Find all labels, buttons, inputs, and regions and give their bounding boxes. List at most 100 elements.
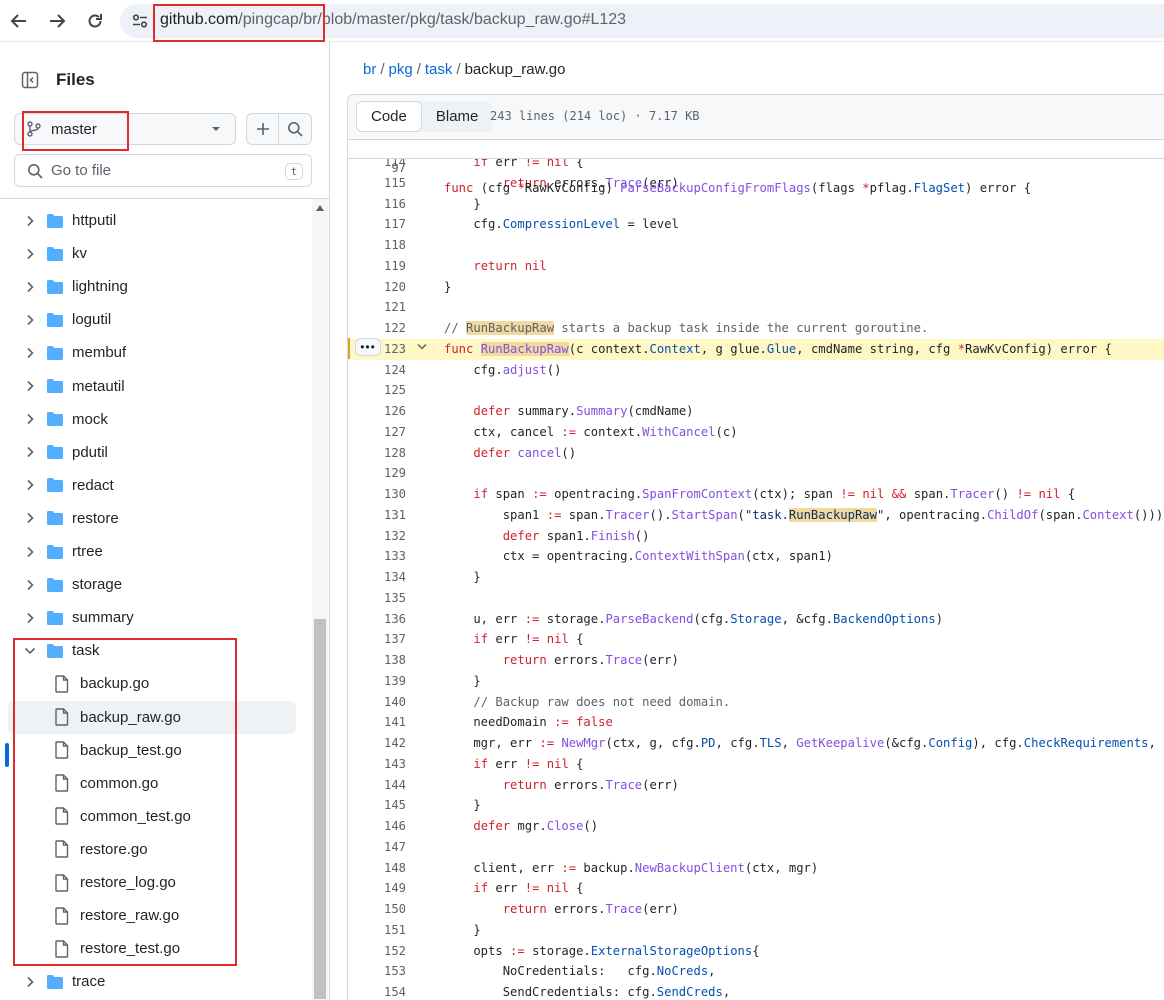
tree-folder-logutil[interactable]: logutil xyxy=(8,303,296,336)
folder-toggle[interactable] xyxy=(22,246,38,262)
tree-file-common-go[interactable]: common.go xyxy=(8,767,296,800)
tree-file-common_test-go[interactable]: common_test.go xyxy=(8,800,296,833)
line-number[interactable]: 147 xyxy=(348,837,406,858)
line-number[interactable]: 118 xyxy=(348,235,406,256)
go-to-file-input[interactable] xyxy=(51,162,271,179)
tree-folder-kv[interactable]: kv xyxy=(8,237,296,270)
tree-folder-redact[interactable]: redact xyxy=(8,469,296,502)
line-number[interactable]: 133 xyxy=(348,546,406,567)
tree-file-restore_log-go[interactable]: restore_log.go xyxy=(8,866,296,899)
tree-folder-httputil[interactable]: httputil xyxy=(8,204,296,237)
line-number[interactable]: 154 xyxy=(348,982,406,1000)
folder-toggle[interactable] xyxy=(22,312,38,328)
line-options-button[interactable]: ••• xyxy=(355,338,381,356)
tree-folder-restore[interactable]: restore xyxy=(8,502,296,535)
breadcrumb-link[interactable]: br xyxy=(363,61,376,78)
tree-folder-membuf[interactable]: membuf xyxy=(8,336,296,369)
line-number[interactable]: 144 xyxy=(348,775,406,796)
tree-folder-lightning[interactable]: lightning xyxy=(8,270,296,303)
line-number[interactable]: 142 xyxy=(348,733,406,754)
line-number[interactable]: 124 xyxy=(348,360,406,381)
tree-folder-metautil[interactable]: metautil xyxy=(8,370,296,403)
back-arrow-icon[interactable] xyxy=(4,6,34,36)
chevron-down-icon[interactable] xyxy=(416,342,428,352)
tree-file-backup_raw-go[interactable]: backup_raw.go xyxy=(8,700,296,734)
tree-folder-pdutil[interactable]: pdutil xyxy=(8,436,296,469)
folder-toggle[interactable] xyxy=(22,378,38,394)
tab-code[interactable]: Code xyxy=(356,101,422,132)
folder-toggle[interactable] xyxy=(22,643,38,659)
line-number[interactable]: 140 xyxy=(348,692,406,713)
tree-file-backup-go[interactable]: backup.go xyxy=(8,667,296,700)
line-number[interactable]: 141 xyxy=(348,712,406,733)
search-button[interactable] xyxy=(278,113,312,145)
line-number[interactable]: 125 xyxy=(348,380,406,401)
line-number[interactable]: 148 xyxy=(348,858,406,879)
folder-toggle[interactable] xyxy=(22,974,38,990)
line-number[interactable]: 153 xyxy=(348,961,406,982)
tree-file-restore_test-go[interactable]: restore_test.go xyxy=(8,932,296,965)
line-number[interactable]: 134 xyxy=(348,567,406,588)
tab-blame[interactable]: Blame xyxy=(422,101,493,132)
line-number[interactable]: 127 xyxy=(348,422,406,443)
folder-toggle[interactable] xyxy=(22,610,38,626)
folder-toggle[interactable] xyxy=(22,544,38,560)
line-number[interactable]: 138 xyxy=(348,650,406,671)
line-number[interactable]: 132 xyxy=(348,526,406,547)
sidebar-scrollbar[interactable] xyxy=(312,199,328,1000)
tree-folder-summary[interactable]: summary xyxy=(8,601,296,634)
line-number[interactable]: 149 xyxy=(348,878,406,899)
line-number[interactable]: 130 xyxy=(348,484,406,505)
folder-toggle[interactable] xyxy=(22,577,38,593)
tree-file-restore_raw-go[interactable]: restore_raw.go xyxy=(8,899,296,932)
folder-toggle[interactable] xyxy=(22,510,38,526)
address-bar[interactable]: github.com/pingcap/br/blob/master/pkg/ta… xyxy=(120,4,1164,38)
breadcrumb-link[interactable]: task xyxy=(425,61,453,78)
line-number[interactable]: 128 xyxy=(348,443,406,464)
line-number[interactable]: 151 xyxy=(348,920,406,941)
site-info-icon[interactable] xyxy=(128,9,152,33)
line-number[interactable]: 146 xyxy=(348,816,406,837)
sidebar-collapse-icon[interactable] xyxy=(14,64,46,96)
folder-toggle[interactable] xyxy=(22,477,38,493)
line-number[interactable]: 119 xyxy=(348,256,406,277)
line-number[interactable]: 97 xyxy=(348,158,406,179)
folder-toggle[interactable] xyxy=(22,213,38,229)
tree-folder-mock[interactable]: mock xyxy=(8,403,296,436)
folder-toggle[interactable] xyxy=(22,279,38,295)
folder-toggle[interactable] xyxy=(22,444,38,460)
tree-folder-rtree[interactable]: rtree xyxy=(8,535,296,568)
breadcrumb-link[interactable]: pkg xyxy=(389,61,413,78)
url-text[interactable]: github.com/pingcap/br/blob/master/pkg/ta… xyxy=(160,11,626,29)
folder-toggle[interactable] xyxy=(22,345,38,361)
line-number[interactable]: 129 xyxy=(348,463,406,484)
scrollbar-thumb[interactable] xyxy=(314,619,326,999)
line-number[interactable]: 137 xyxy=(348,629,406,650)
tree-file-backup_test-go[interactable]: backup_test.go xyxy=(8,734,296,767)
add-file-button[interactable] xyxy=(246,113,278,145)
tree-folder-storage[interactable]: storage xyxy=(8,568,296,601)
branch-selector[interactable]: master xyxy=(14,113,236,145)
line-number[interactable]: 150 xyxy=(348,899,406,920)
line-number[interactable]: 139 xyxy=(348,671,406,692)
line-number[interactable]: 135 xyxy=(348,588,406,609)
go-to-file-field[interactable]: t xyxy=(14,154,312,187)
tree-folder-task[interactable]: task xyxy=(8,634,296,667)
line-number[interactable]: 121 xyxy=(348,297,406,318)
tree-folder-trace[interactable]: trace xyxy=(8,965,296,998)
tree-file-restore-go[interactable]: restore.go xyxy=(8,833,296,866)
reload-icon[interactable] xyxy=(80,6,110,36)
folder-toggle[interactable] xyxy=(22,411,38,427)
line-number[interactable]: 122 xyxy=(348,318,406,339)
line-number[interactable]: 143 xyxy=(348,754,406,775)
line-number[interactable]: 131 xyxy=(348,505,406,526)
line-number[interactable]: 120 xyxy=(348,277,406,298)
line-number[interactable]: 152 xyxy=(348,941,406,962)
code-line: 137 if err != nil { xyxy=(348,629,1164,650)
line-number[interactable]: 126 xyxy=(348,401,406,422)
sticky-scope-line[interactable]: 97 func (cfg *RawKvConfig) ParseBackupCo… xyxy=(348,140,1164,195)
scroll-up-arrow-icon[interactable] xyxy=(316,205,324,211)
forward-arrow-icon[interactable] xyxy=(42,6,72,36)
line-number[interactable]: 136 xyxy=(348,609,406,630)
line-number[interactable]: 145 xyxy=(348,795,406,816)
